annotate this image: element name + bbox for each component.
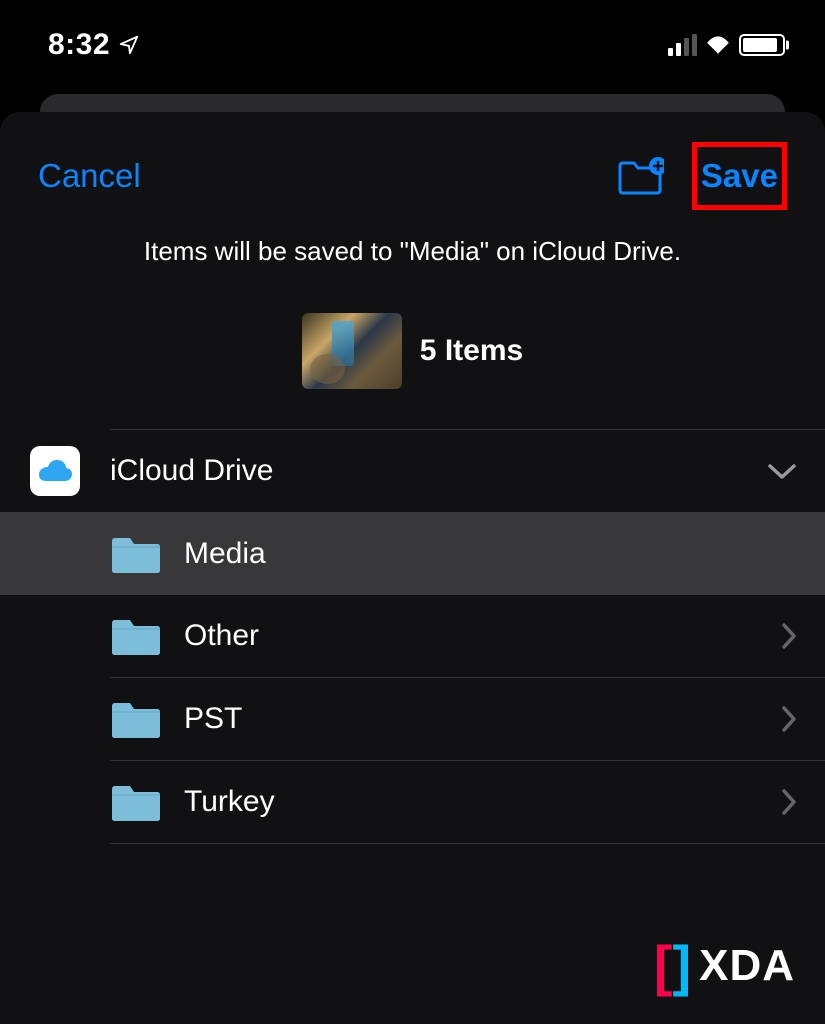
folder-row-other[interactable]: Other <box>0 595 825 678</box>
folder-label: Media <box>184 537 797 571</box>
folder-label: Turkey <box>184 785 781 819</box>
save-sheet: Cancel Save Items will be saved to "Medi… <box>0 112 825 1024</box>
cellular-signal-icon <box>668 34 697 56</box>
save-button-highlight: Save <box>692 142 787 210</box>
folder-label: Other <box>184 619 781 653</box>
location-icon <box>118 34 140 56</box>
folder-row-turkey[interactable]: Turkey <box>0 761 825 844</box>
status-bar-left: 8:32 <box>48 28 140 62</box>
folder-icon <box>110 699 162 739</box>
folder-label: PST <box>184 702 781 736</box>
nav-bar: Cancel Save <box>0 112 825 220</box>
status-time: 8:32 <box>48 28 110 62</box>
xda-text: XDA <box>699 941 795 991</box>
folder-list: iCloud Drive Media <box>0 429 825 844</box>
chevron-down-icon <box>767 462 797 480</box>
status-bar-right <box>668 34 785 56</box>
item-thumbnail <box>302 313 402 389</box>
item-count-label: 5 Items <box>420 334 523 368</box>
folder-icon <box>110 534 162 574</box>
folder-icon <box>110 616 162 656</box>
status-bar: 8:32 <box>0 0 825 82</box>
save-button[interactable]: Save <box>701 157 778 195</box>
xda-watermark: [] XDA <box>654 938 795 994</box>
chevron-right-icon <box>781 788 797 816</box>
cancel-button[interactable]: Cancel <box>38 157 141 195</box>
chevron-right-icon <box>781 705 797 733</box>
xda-brackets-icon: [] <box>654 938 691 994</box>
drive-root-label: iCloud Drive <box>110 454 767 488</box>
chevron-right-icon <box>781 622 797 650</box>
drive-root-row[interactable]: iCloud Drive <box>0 429 825 512</box>
save-destination-text: Items will be saved to "Media" on iCloud… <box>0 220 825 283</box>
new-folder-icon[interactable] <box>616 156 664 196</box>
items-preview-row: 5 Items <box>0 283 825 409</box>
folder-row-media[interactable]: Media <box>0 512 825 595</box>
battery-icon <box>739 34 785 56</box>
icloud-drive-icon <box>30 446 80 496</box>
wifi-icon <box>705 35 731 55</box>
folder-row-pst[interactable]: PST <box>0 678 825 761</box>
folder-icon <box>110 782 162 822</box>
